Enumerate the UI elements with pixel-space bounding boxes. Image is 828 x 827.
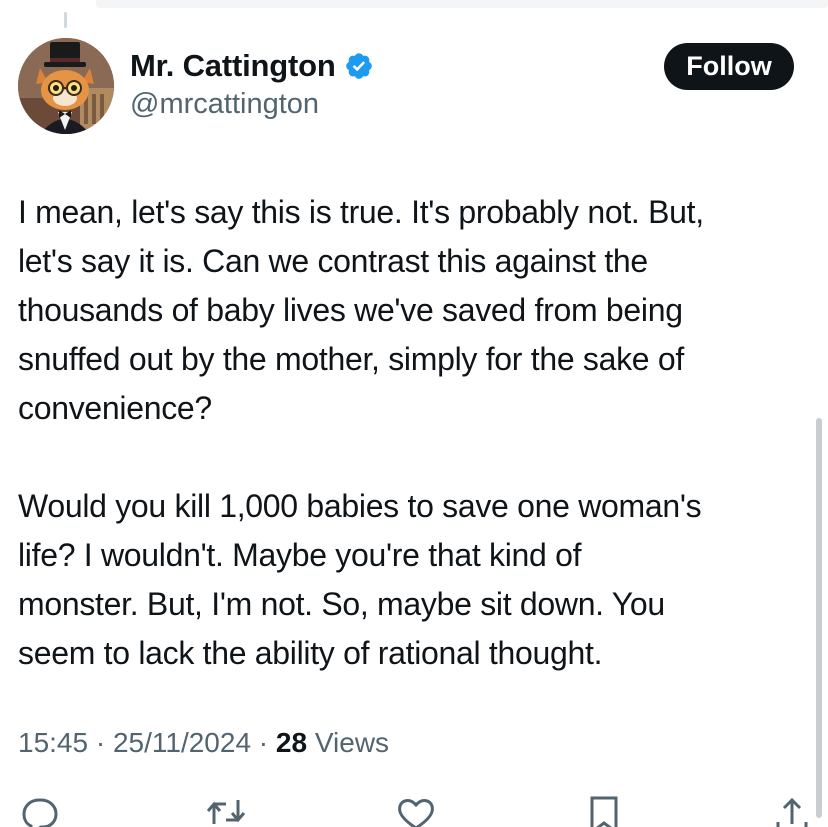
thread-connector-line [64,12,67,28]
top-strip [0,0,828,14]
reply-icon[interactable] [18,792,62,827]
display-name[interactable]: Mr. Cattington [130,48,336,84]
tweet-line: life? I wouldn't. Maybe you're that kind… [18,537,582,573]
avatar[interactable] [18,38,114,134]
follow-button[interactable]: Follow [664,43,794,90]
tweet-time[interactable]: 15:45 [18,727,88,758]
share-icon[interactable] [770,792,814,827]
author-name-row: Mr. Cattington [130,46,374,86]
tweet-line: Would you kill 1,000 babies to save one … [18,488,702,524]
tweet-paragraph: Would you kill 1,000 babies to save one … [18,482,818,678]
cat-avatar-image [18,38,114,134]
user-handle[interactable]: @mrcattington [130,88,319,121]
views-count[interactable]: 28 [276,727,307,758]
tweet-line: monster. But, I'm not. So, maybe sit dow… [18,586,665,622]
retweet-icon[interactable] [204,792,248,827]
tweet-line: thousands of baby lives we've saved from… [18,292,683,328]
meta-separator: · [88,727,113,758]
tweet-line: snuffed out by the mother, simply for th… [18,341,684,377]
tweet-text: I mean, let's say this is true. It's pro… [18,188,818,678]
tweet-meta: 15:45 · 25/11/2024 · 28 Views [18,727,389,759]
tweet-paragraph: I mean, let's say this is true. It's pro… [18,188,818,433]
views-label: Views [307,727,390,758]
meta-separator: · [251,727,276,758]
like-icon[interactable] [394,792,438,827]
tweet-line: seem to lack the ability of rational tho… [18,635,603,671]
bookmark-icon[interactable] [582,792,626,827]
scrollbar[interactable] [816,418,822,818]
tweet-date[interactable]: 25/11/2024 [113,727,251,758]
previous-tweet-edge [96,0,828,8]
tweet-line: I mean, let's say this is true. It's pro… [18,194,704,230]
tweet-line: convenience? [18,390,212,426]
tweet-line: let's say it is. Can we contrast this ag… [18,243,648,279]
verified-badge-icon[interactable] [344,51,374,81]
